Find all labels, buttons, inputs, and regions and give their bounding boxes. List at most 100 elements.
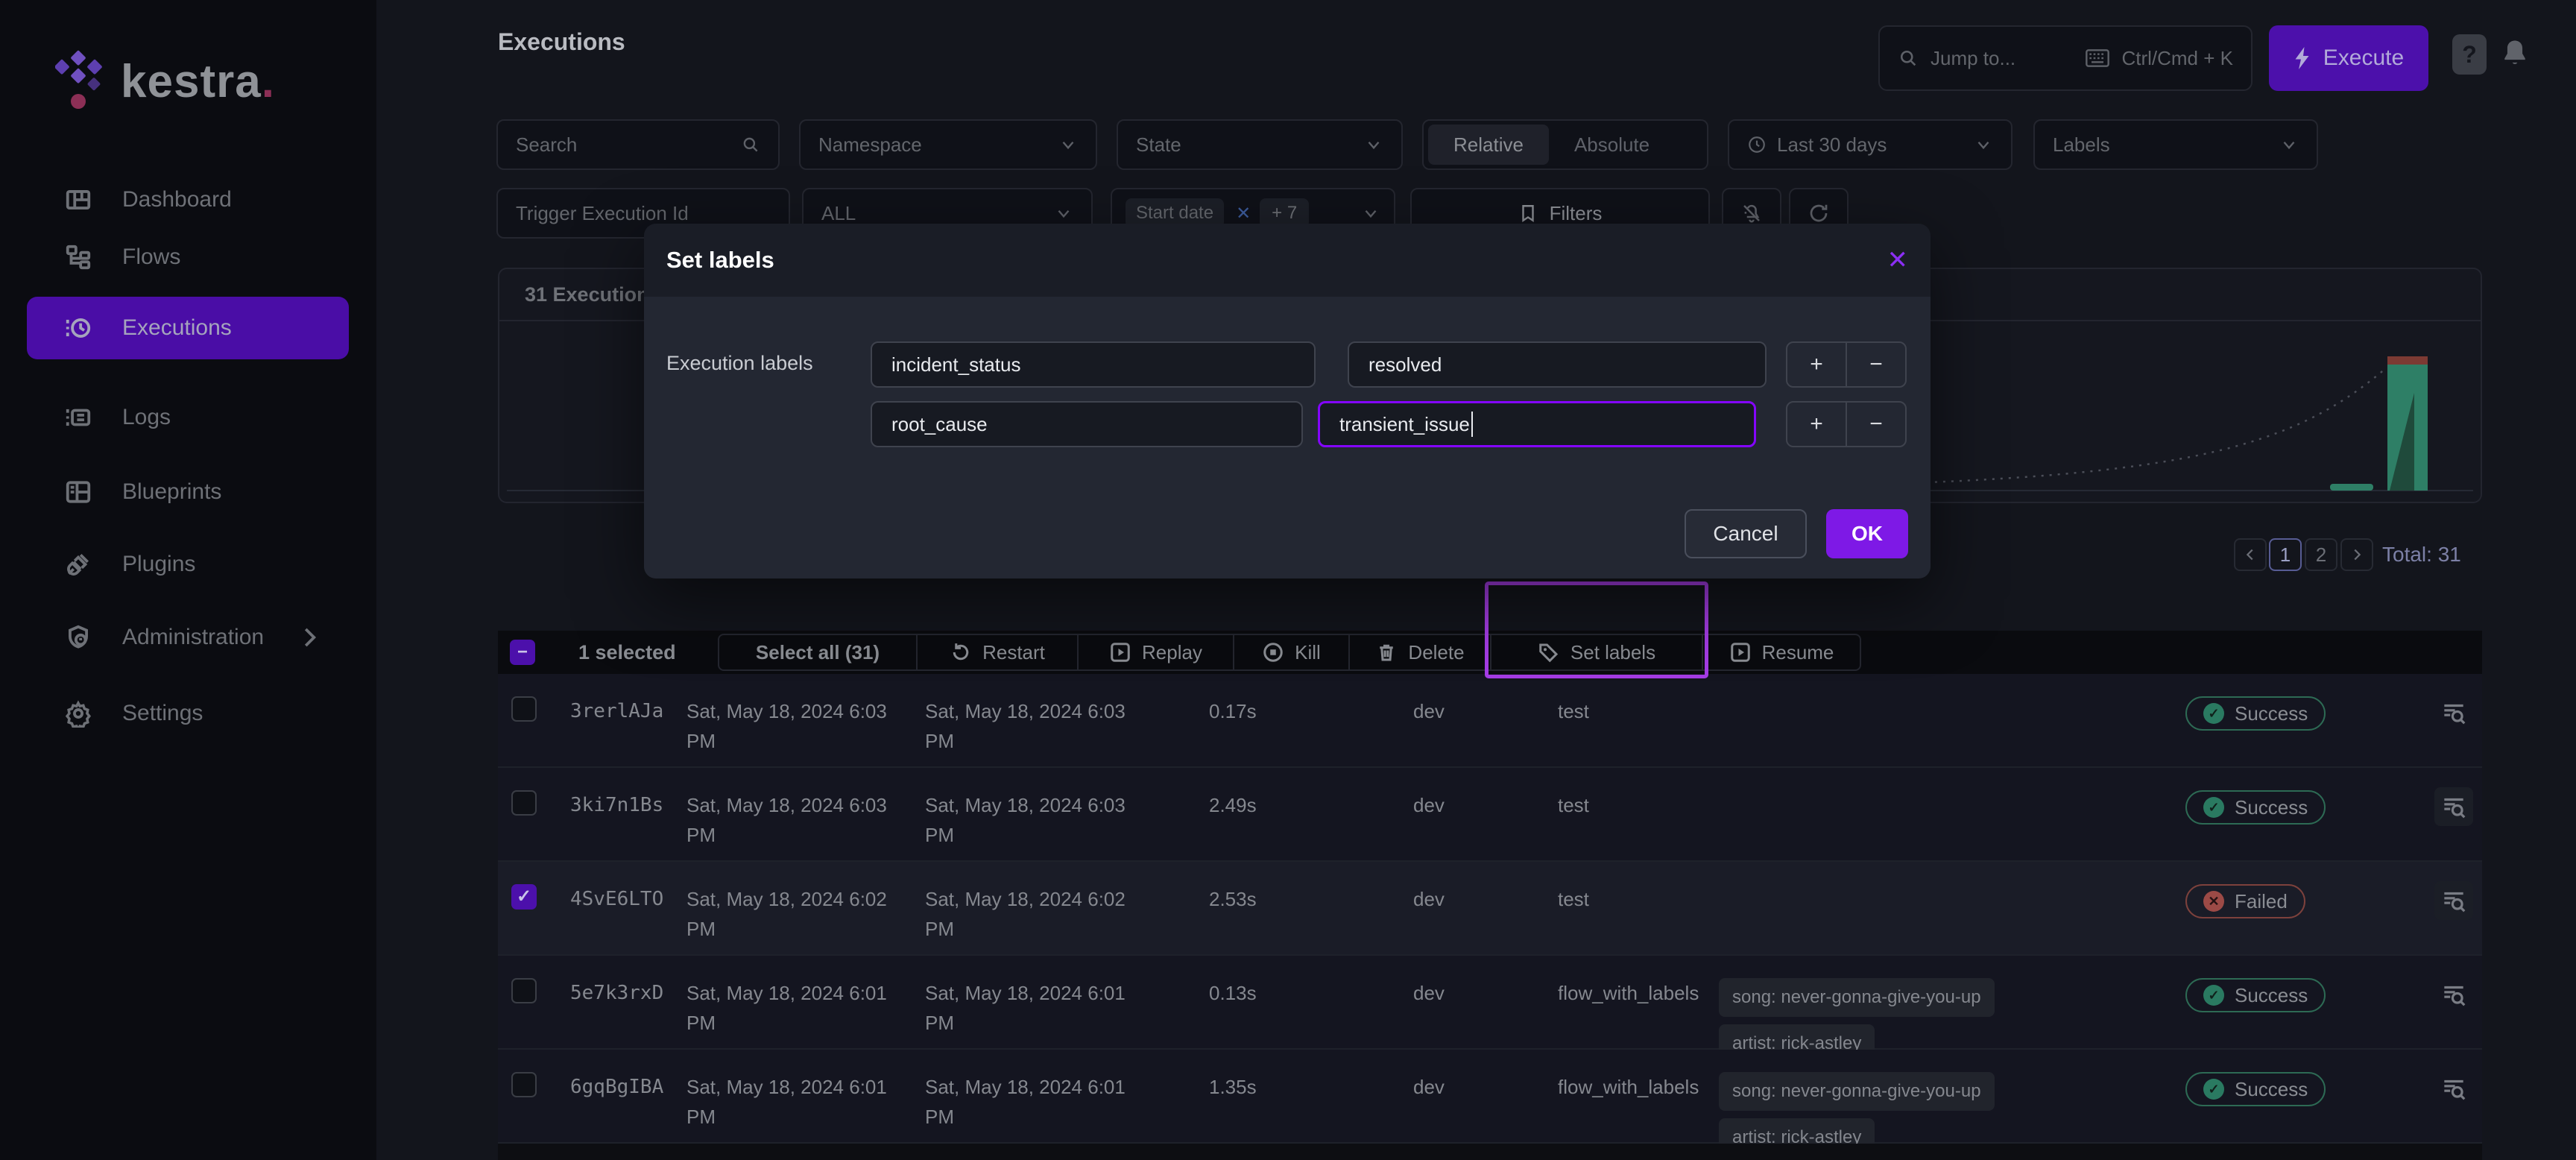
kestra-wordmark: kestra. bbox=[121, 55, 275, 108]
flow-link[interactable]: test bbox=[1558, 790, 1711, 820]
ok-button[interactable]: OK bbox=[1826, 509, 1908, 558]
label-key-input[interactable]: incident_status bbox=[871, 341, 1316, 388]
shortcut-hint: Ctrl/Cmd + K bbox=[2121, 47, 2233, 70]
execute-label: Execute bbox=[2323, 45, 2404, 71]
end-date: Sat, May 18, 2024 6:01 PM bbox=[925, 978, 1135, 1038]
replay-button[interactable]: Replay bbox=[1079, 635, 1234, 669]
page-2-button[interactable]: 2 bbox=[2305, 538, 2337, 571]
status-badge: ✓Success bbox=[2185, 978, 2326, 1012]
sidebar-item-administration[interactable]: Administration bbox=[27, 606, 349, 669]
plugins-icon bbox=[64, 550, 92, 579]
sidebar-item-flows[interactable]: Flows bbox=[27, 226, 349, 289]
chevron-down-icon bbox=[1054, 204, 1073, 223]
execution-id-link[interactable]: 3rerlAJa bbox=[570, 696, 663, 726]
row-checkbox[interactable] bbox=[511, 790, 537, 816]
jump-to-search[interactable]: Jump to... Ctrl/Cmd + K bbox=[1878, 25, 2253, 91]
label-value-input-focused[interactable]: transient_issue bbox=[1318, 401, 1756, 447]
labels-select[interactable]: Labels bbox=[2033, 119, 2318, 170]
sidebar-item-settings[interactable]: Settings bbox=[27, 682, 349, 745]
execute-button[interactable]: Execute bbox=[2269, 25, 2428, 91]
label-key-input[interactable]: root_cause bbox=[871, 401, 1303, 447]
state-select[interactable]: State bbox=[1117, 119, 1403, 170]
check-circle-icon: ✓ bbox=[2203, 703, 2224, 724]
clear-date-icon[interactable]: ✕ bbox=[1236, 203, 1251, 224]
sidebar-item-label: Blueprints bbox=[122, 479, 221, 505]
bell-icon[interactable] bbox=[2498, 36, 2531, 70]
row-logs-button[interactable] bbox=[2434, 787, 2473, 826]
end-date: Sat, May 18, 2024 6:03 PM bbox=[925, 790, 1135, 850]
cancel-button[interactable]: Cancel bbox=[1685, 509, 1807, 558]
set-labels-modal: Set labels ✕ Execution labels incident_s… bbox=[644, 224, 1931, 579]
flow-link[interactable]: flow_with_labels bbox=[1558, 1072, 1711, 1102]
table-row[interactable]: 5e7k3rxD Sat, May 18, 2024 6:01 PM Sat, … bbox=[498, 956, 2482, 1050]
flow-link[interactable]: flow_with_labels bbox=[1558, 978, 1711, 1008]
execution-id-link[interactable]: 3ki7n1Bs bbox=[570, 790, 663, 820]
resume-button[interactable]: Resume bbox=[1703, 635, 1860, 669]
duration: 0.17s bbox=[1209, 696, 1257, 726]
execution-labels-field-label: Execution labels bbox=[666, 352, 813, 375]
start-date: Sat, May 18, 2024 6:02 PM bbox=[686, 884, 897, 944]
close-icon[interactable]: ✕ bbox=[1887, 245, 1909, 275]
table-row[interactable]: 3rerlAJa Sat, May 18, 2024 6:03 PM Sat, … bbox=[498, 674, 2482, 768]
remove-label-button[interactable]: − bbox=[1847, 343, 1905, 386]
sidebar-item-plugins[interactable]: Plugins bbox=[27, 533, 349, 596]
gear-icon bbox=[64, 699, 92, 728]
kill-button[interactable]: Kill bbox=[1234, 635, 1350, 669]
kestra-logo[interactable]: kestra. bbox=[55, 48, 275, 115]
page-1-button[interactable]: 1 bbox=[2269, 538, 2302, 571]
execution-id-link[interactable]: 4SvE6LTO bbox=[570, 884, 663, 914]
date-range-select[interactable]: Last 30 days bbox=[1728, 119, 2012, 170]
sidebar-item-label: Plugins bbox=[122, 552, 195, 577]
search-input[interactable]: Search bbox=[496, 119, 780, 170]
namespace-select[interactable]: Namespace bbox=[799, 119, 1097, 170]
table-row[interactable]: 3ki7n1Bs Sat, May 18, 2024 6:03 PM Sat, … bbox=[498, 768, 2482, 862]
chevron-down-icon bbox=[1058, 135, 1078, 154]
select-all-button[interactable]: Select all (31) bbox=[719, 635, 918, 669]
check-circle-icon: ✓ bbox=[2203, 797, 2224, 818]
add-label-button[interactable]: + bbox=[1787, 403, 1847, 446]
sidebar-item-dashboard[interactable]: Dashboard bbox=[27, 168, 349, 231]
duration: 2.49s bbox=[1209, 790, 1257, 820]
remove-label-button[interactable]: − bbox=[1847, 403, 1905, 446]
execution-id-link[interactable]: 5e7k3rxD bbox=[570, 978, 663, 1008]
start-date: Sat, May 18, 2024 6:03 PM bbox=[686, 696, 897, 756]
prev-page-button[interactable] bbox=[2234, 538, 2267, 571]
row-checkbox[interactable] bbox=[511, 1072, 537, 1097]
row-logs-button[interactable] bbox=[2434, 693, 2473, 732]
table-row-selected[interactable]: ✓ 4SvE6LTO Sat, May 18, 2024 6:02 PM Sat… bbox=[498, 862, 2482, 956]
end-date: Sat, May 18, 2024 6:03 PM bbox=[925, 696, 1135, 756]
flow-link[interactable]: test bbox=[1558, 696, 1711, 726]
sidebar-item-blueprints[interactable]: Blueprints bbox=[27, 461, 349, 523]
next-page-button[interactable] bbox=[2340, 538, 2373, 571]
small-success-bar bbox=[2330, 484, 2373, 491]
restart-button[interactable]: Restart bbox=[918, 635, 1079, 669]
chevron-down-icon bbox=[1361, 204, 1380, 223]
sidebar-item-label: Flows bbox=[122, 245, 180, 270]
help-icon[interactable]: ? bbox=[2452, 34, 2487, 75]
failed-bar-segment bbox=[2387, 356, 2428, 365]
add-label-button[interactable]: + bbox=[1787, 343, 1847, 386]
row-logs-button[interactable] bbox=[2434, 1069, 2473, 1108]
row-checkbox[interactable] bbox=[511, 696, 537, 722]
delete-button[interactable]: Delete bbox=[1350, 635, 1491, 669]
row-add-remove-group: + − bbox=[1786, 341, 1907, 388]
sidebar-item-label: Executions bbox=[122, 315, 232, 341]
sidebar-item-executions[interactable]: Executions bbox=[27, 297, 349, 359]
row-logs-button[interactable] bbox=[2434, 881, 2473, 920]
chevron-right-icon bbox=[295, 623, 323, 652]
absolute-toggle[interactable]: Absolute bbox=[1549, 124, 1675, 165]
sidebar-item-label: Logs bbox=[122, 405, 171, 430]
start-date: Sat, May 18, 2024 6:03 PM bbox=[686, 790, 897, 850]
row-checkbox-checked[interactable]: ✓ bbox=[511, 884, 537, 910]
select-all-checkbox[interactable]: − bbox=[510, 640, 535, 665]
row-logs-button[interactable] bbox=[2434, 975, 2473, 1014]
label-value-input[interactable]: resolved bbox=[1348, 341, 1767, 388]
table-row[interactable]: 6gqBgIBA Sat, May 18, 2024 6:01 PM Sat, … bbox=[498, 1050, 2482, 1144]
relative-toggle[interactable]: Relative bbox=[1428, 124, 1549, 165]
set-labels-button[interactable]: Set labels bbox=[1491, 635, 1703, 669]
execution-id-link[interactable]: 6gqBgIBA bbox=[570, 1072, 663, 1102]
sidebar-item-logs[interactable]: Logs bbox=[27, 386, 349, 449]
flow-link[interactable]: test bbox=[1558, 884, 1711, 914]
jump-placeholder: Jump to... bbox=[1931, 47, 2015, 70]
row-checkbox[interactable] bbox=[511, 978, 537, 1003]
